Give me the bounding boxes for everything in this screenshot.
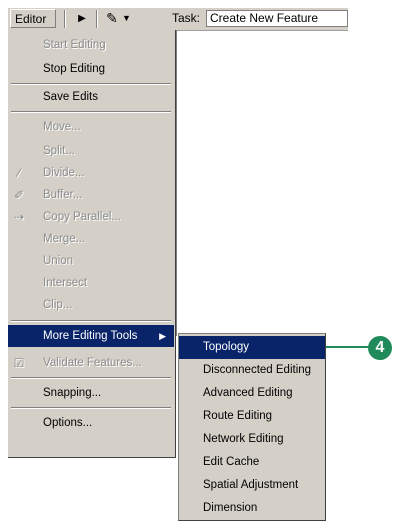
submenu-item-disconnected-editing[interactable]: Disconnected Editing (179, 359, 325, 382)
menu-item-divide[interactable]: ⁄ Divide... (8, 162, 174, 184)
task-dropdown[interactable]: Create New Feature (206, 10, 348, 27)
menu-item-label: Buffer... (43, 189, 83, 201)
toolbar-separator (96, 10, 98, 28)
menu-item-options[interactable]: Options... (8, 412, 174, 434)
toolbar-separator (64, 10, 66, 28)
submenu-item-dimension[interactable]: Dimension (179, 497, 325, 520)
more-editing-tools-submenu: Topology Disconnected Editing Advanced E… (178, 333, 326, 521)
validate-icon: ☑ (13, 356, 25, 370)
sketch-pencil-icon[interactable]: ✎ (104, 9, 120, 28)
menu-separator (11, 111, 171, 113)
menu-separator (11, 407, 171, 409)
menu-item-stop-editing[interactable]: Stop Editing (8, 58, 174, 80)
menu-item-label: Divide... (43, 167, 85, 179)
map-canvas-edge (176, 30, 177, 336)
menu-item-buffer[interactable]: ✐ Buffer... (8, 184, 174, 206)
menu-item-start-editing[interactable]: Start Editing (8, 34, 174, 56)
menu-item-save-edits[interactable]: Save Edits (8, 86, 174, 108)
menu-item-copy-parallel[interactable]: ⇢ Copy Parallel... (8, 206, 174, 228)
chevron-down-icon[interactable]: ▼ (122, 9, 132, 28)
menu-item-split[interactable]: Split... (8, 140, 174, 162)
editor-menu-button[interactable]: Editor ▼ (10, 9, 56, 44)
editor-label: Editor (15, 12, 47, 26)
buffer-icon: ✐ (13, 188, 25, 202)
submenu-item-topology[interactable]: Topology (179, 336, 325, 359)
menu-item-clip[interactable]: Clip... (8, 294, 174, 316)
step-callout-badge: 4 (368, 336, 392, 360)
divide-icon: ⁄ (17, 166, 20, 180)
edit-tool-pointer-icon[interactable]: ▶ (74, 9, 90, 28)
menu-separator (11, 83, 171, 85)
submenu-item-route-editing[interactable]: Route Editing (179, 405, 325, 428)
submenu-arrow-icon: ▶ (159, 331, 166, 341)
menu-item-union[interactable]: Union (8, 250, 174, 272)
menu-separator (11, 320, 171, 322)
menu-item-more-editing-tools[interactable]: More Editing Tools ▶ (8, 325, 174, 347)
menu-item-label: More Editing Tools (43, 330, 138, 342)
submenu-item-spatial-adjustment[interactable]: Spatial Adjustment (179, 474, 325, 497)
menu-item-intersect[interactable]: Intersect (8, 272, 174, 294)
menu-separator (11, 377, 171, 379)
menu-item-validate-features[interactable]: ☑ Validate Features... (8, 352, 174, 374)
menu-item-merge[interactable]: Merge... (8, 228, 174, 250)
copy-parallel-icon: ⇢ (13, 210, 25, 224)
callout-leader-line (326, 346, 372, 348)
editor-dropdown-menu: Start Editing Stop Editing Save Edits Mo… (8, 30, 176, 458)
submenu-item-advanced-editing[interactable]: Advanced Editing (179, 382, 325, 405)
editor-toolbar: Editor ▼ ▶ ✎ ▼ Task: Create New Feature (8, 8, 348, 44)
menu-item-label: Copy Parallel... (43, 211, 121, 223)
submenu-item-network-editing[interactable]: Network Editing (179, 428, 325, 451)
task-label: Task: (172, 11, 201, 25)
submenu-item-edit-cache[interactable]: Edit Cache (179, 451, 325, 474)
menu-item-label: Validate Features... (43, 357, 142, 369)
menu-item-move[interactable]: Move... (8, 116, 174, 138)
menu-item-snapping[interactable]: Snapping... (8, 382, 174, 404)
